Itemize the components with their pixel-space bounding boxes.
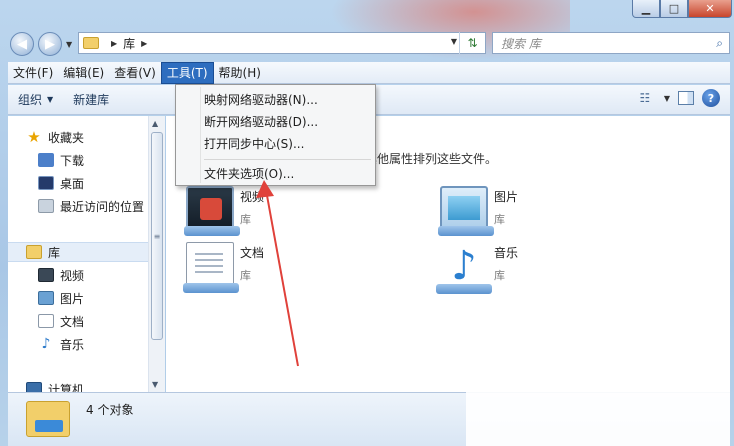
library-item-music[interactable]: ♪ 音乐 库 <box>436 242 519 294</box>
sidebar-scrollbar[interactable]: ▲ ≡ ▼ <box>148 116 165 392</box>
sidebar-label: 图片 <box>60 291 85 306</box>
menu-view[interactable]: 查看(V) <box>109 62 161 84</box>
sidebar-item-videos[interactable]: 视频 <box>38 265 84 285</box>
menu-bar: 文件(F) 编辑(E) 查看(V) 工具(T) 帮助(H) <box>8 61 730 84</box>
view-dropdown-icon[interactable]: ▼ <box>664 94 670 103</box>
downloads-icon <box>38 153 54 167</box>
library-type: 库 <box>494 269 505 282</box>
sidebar-item-downloads[interactable]: 下载 <box>38 150 84 170</box>
sidebar-label: 视频 <box>60 268 85 283</box>
sidebar-item-music[interactable]: ♪ 音乐 <box>38 334 84 354</box>
pictures-library-icon <box>438 186 494 236</box>
pictures-icon <box>38 291 54 305</box>
menu-item-open-sync-center[interactable]: 打开同步中心(S)... <box>204 132 304 154</box>
library-type: 库 <box>494 213 505 226</box>
breadcrumb-library[interactable]: 库 <box>123 35 135 52</box>
sidebar-label: 收藏夹 <box>48 130 85 145</box>
menu-separator <box>204 159 371 160</box>
organize-button[interactable]: 组织 ▼ <box>8 85 63 115</box>
sidebar-item-pictures[interactable]: 图片 <box>38 288 84 308</box>
desktop-icon <box>38 176 54 190</box>
library-folder-icon <box>26 245 42 259</box>
computer-icon <box>26 382 42 392</box>
tools-menu: 映射网络驱动器(N)... 断开网络驱动器(D)... 打开同步中心(S)...… <box>175 84 376 186</box>
sidebar-label: 计算机 <box>48 382 85 393</box>
recent-places-icon <box>38 199 54 213</box>
refresh-icon: ⇅ <box>467 36 478 50</box>
library-folder-icon <box>83 37 99 49</box>
search-icon[interactable]: ⌕ <box>716 36 723 51</box>
search-placeholder: 搜索 库 <box>501 36 541 51</box>
library-folder-icon <box>26 401 70 437</box>
sidebar-item-recent-places[interactable]: 最近访问的位置 <box>38 196 144 216</box>
sidebar-item-libraries[interactable]: 库 <box>8 242 154 262</box>
sidebar-label: 最近访问的位置 <box>60 199 145 214</box>
library-name: 视频 <box>240 190 265 204</box>
back-arrow-icon: ◀ <box>17 36 27 52</box>
menu-tools[interactable]: 工具(T) <box>160 61 214 84</box>
sidebar-label: 桌面 <box>60 176 85 191</box>
chevron-right-icon[interactable]: ▶ <box>141 39 147 48</box>
item-count: 4 个对象 <box>86 403 134 417</box>
forward-arrow-icon: ▶ <box>45 36 55 52</box>
back-button[interactable]: ◀ <box>10 32 34 56</box>
documents-icon <box>38 314 54 328</box>
sidebar-label: 音乐 <box>60 337 85 352</box>
sidebar-label: 下载 <box>60 153 85 168</box>
scrollbar-thumb[interactable]: ≡ <box>151 132 163 340</box>
search-input[interactable]: 搜索 库 ⌕ <box>492 32 730 54</box>
address-dropdown-icon[interactable]: ▼ <box>451 37 457 46</box>
preview-pane-icon[interactable] <box>678 91 694 105</box>
library-type: 库 <box>240 213 251 226</box>
library-item-documents[interactable]: 文档 库 <box>183 242 265 293</box>
address-bar[interactable]: ▶ 库 ▶ ▼ <box>78 32 486 54</box>
sidebar-label: 库 <box>48 245 61 260</box>
scroll-down-icon[interactable]: ▼ <box>152 380 158 389</box>
library-name: 文档 <box>240 246 265 260</box>
sidebar-item-computer[interactable]: 计算机 <box>26 379 84 392</box>
music-note-icon: ♪ <box>41 336 51 352</box>
menu-edit[interactable]: 编辑(E) <box>58 62 109 84</box>
scroll-up-icon[interactable]: ▲ <box>152 119 158 128</box>
recent-pages-dropdown[interactable]: ▼ <box>66 40 72 49</box>
overlay-patch <box>466 392 730 446</box>
caption-buttons: ▁ □ ✕ <box>632 0 732 18</box>
menu-item-folder-options[interactable]: 文件夹选项(O)... <box>204 162 294 184</box>
help-icon[interactable]: ? <box>702 89 720 107</box>
video-library-icon <box>184 186 240 236</box>
sidebar-label: 文档 <box>60 314 85 329</box>
change-view-icon[interactable]: ☷ <box>634 89 656 107</box>
library-type: 库 <box>240 269 251 282</box>
navigation-pane: ★ 收藏夹 下载 桌面 最近访问的位置 库 视频 图片 文档 ♪ 音乐 计算机 <box>8 116 165 392</box>
menu-file[interactable]: 文件(F) <box>8 62 58 84</box>
forward-button[interactable]: ▶ <box>38 32 62 56</box>
sidebar-item-favorites[interactable]: ★ 收藏夹 <box>26 127 84 147</box>
video-icon <box>38 268 54 282</box>
menu-item-map-network-drive[interactable]: 映射网络驱动器(N)... <box>204 88 318 110</box>
library-name: 音乐 <box>494 246 519 260</box>
sidebar-item-desktop[interactable]: 桌面 <box>38 173 84 193</box>
maximize-button[interactable]: □ <box>660 0 688 18</box>
close-button[interactable]: ✕ <box>688 0 732 18</box>
library-item-pictures[interactable]: 图片 库 <box>438 186 519 236</box>
star-icon: ★ <box>27 128 41 146</box>
minimize-button[interactable]: ▁ <box>632 0 660 18</box>
chevron-down-icon: ▼ <box>47 95 54 104</box>
sidebar-item-documents[interactable]: 文档 <box>38 311 84 331</box>
menu-item-disconnect-network-drive[interactable]: 断开网络驱动器(D)... <box>204 110 318 132</box>
refresh-button[interactable]: ⇅ <box>459 32 485 54</box>
music-library-icon: ♪ <box>436 242 492 294</box>
library-name: 图片 <box>494 190 519 204</box>
organize-label: 组织 <box>18 93 43 107</box>
library-item-videos[interactable]: 视频 库 <box>184 186 265 236</box>
documents-library-icon <box>183 242 239 293</box>
chevron-right-icon[interactable]: ▶ <box>111 39 117 48</box>
menu-gutter <box>200 87 201 183</box>
menu-help[interactable]: 帮助(H) <box>214 62 266 84</box>
new-library-button[interactable]: 新建库 <box>63 85 119 115</box>
